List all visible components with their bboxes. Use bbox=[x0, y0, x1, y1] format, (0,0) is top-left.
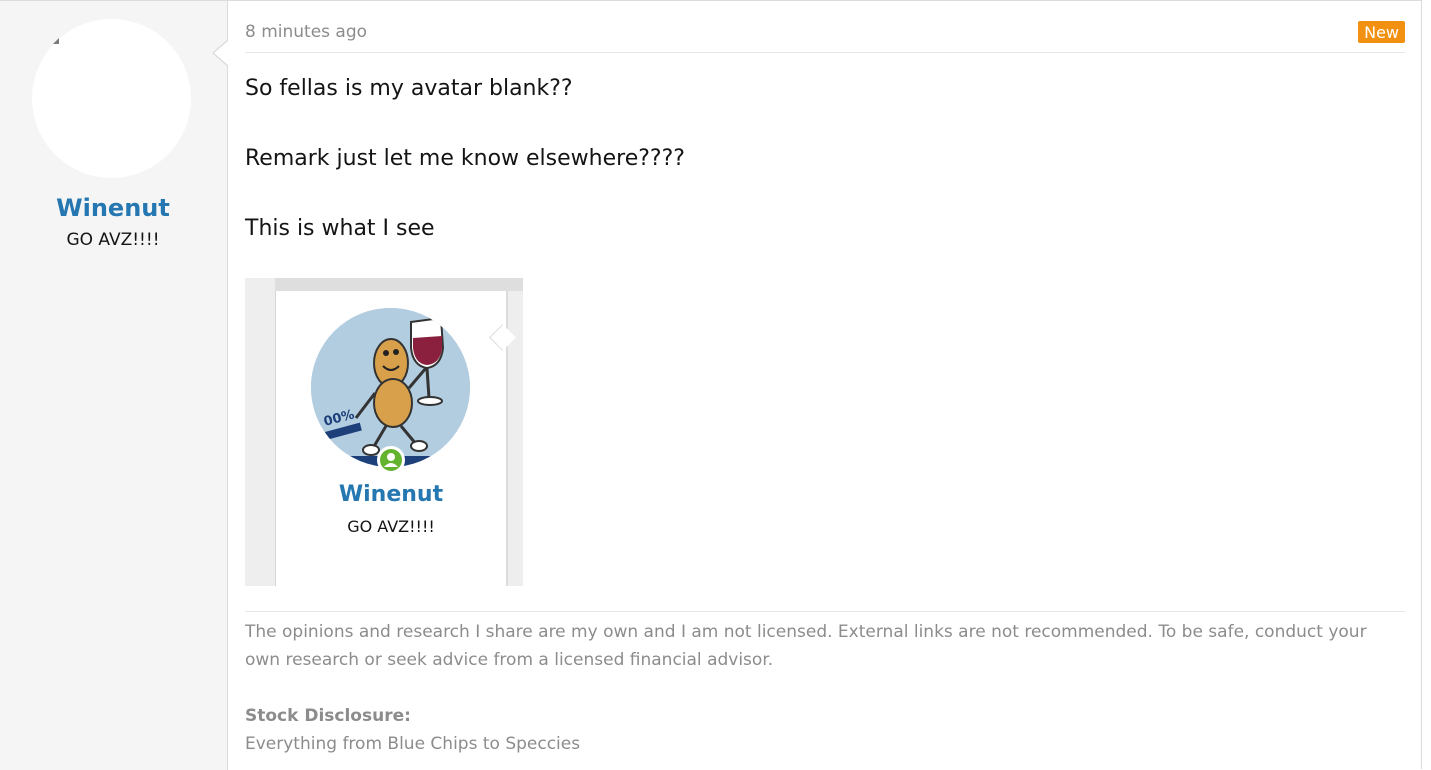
username-link[interactable]: Winenut bbox=[0, 194, 226, 222]
post: Winenut GO AVZ!!!! 8 minutes ago New So … bbox=[0, 0, 1422, 770]
post-line: This is what I see bbox=[245, 216, 435, 241]
broken-image-icon bbox=[53, 38, 59, 44]
signature-value: Everything from Blue Chips to Speccies bbox=[245, 734, 581, 754]
post-time[interactable]: 8 minutes ago bbox=[245, 22, 367, 42]
screenshot-user-title: GO AVZ!!!! bbox=[347, 517, 435, 536]
post-line: Remark just let me know elsewhere???? bbox=[245, 146, 685, 171]
post-line: So fellas is my avatar blank?? bbox=[245, 76, 573, 101]
signature: The opinions and research I share are my… bbox=[245, 611, 1405, 758]
new-badge: New bbox=[1358, 21, 1405, 43]
signature-label: Stock Disclosure: bbox=[245, 706, 411, 726]
post-body: So fellas is my avatar blank?? Remark ju… bbox=[245, 71, 685, 281]
online-status-icon bbox=[377, 446, 405, 474]
user-panel: Winenut GO AVZ!!!! bbox=[0, 1, 228, 770]
peanut-wine-image: 00% bbox=[311, 308, 470, 467]
screenshot-avatar: 00% bbox=[311, 308, 470, 467]
attached-screenshot[interactable]: 00% Winenut GO AVZ!!!! bbox=[245, 278, 523, 586]
user-title: GO AVZ!!!! bbox=[66, 230, 160, 250]
screenshot-username: Winenut bbox=[338, 482, 444, 507]
post-meta: 8 minutes ago New bbox=[245, 21, 1405, 53]
signature-disclaimer: The opinions and research I share are my… bbox=[245, 622, 1367, 670]
